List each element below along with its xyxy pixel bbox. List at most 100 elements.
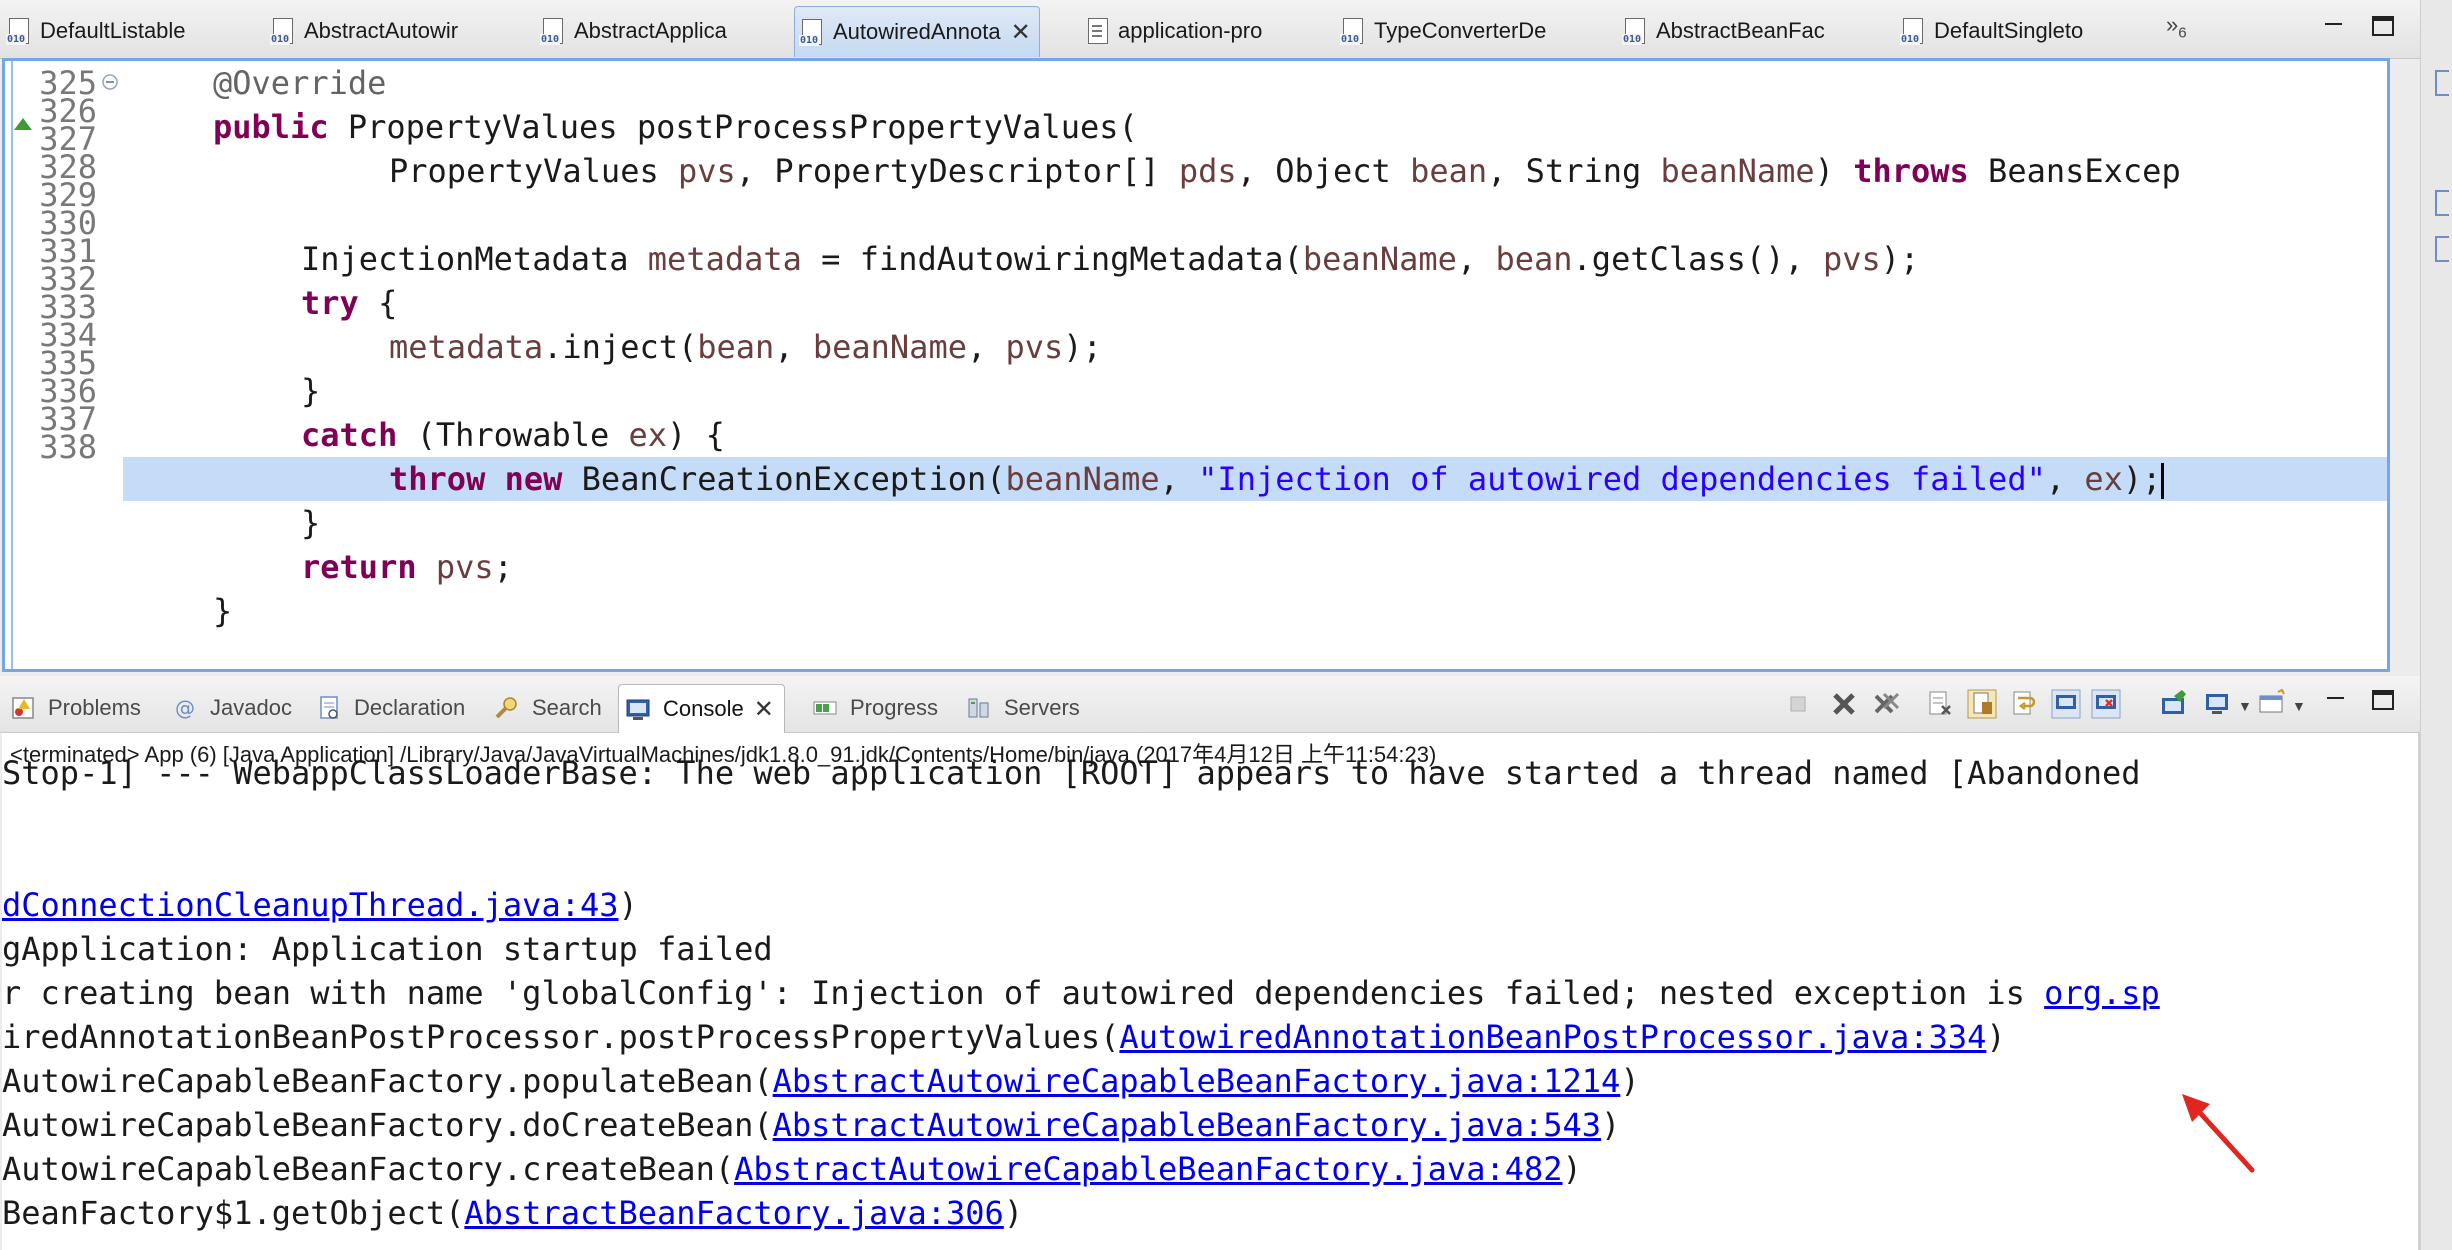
- editor-tab-label: DefaultListable: [40, 18, 186, 43]
- console-text: Stop-1] --- WebappClassLoaderBase: The w…: [2, 754, 2141, 792]
- minimize-editor-button[interactable]: [2322, 14, 2346, 36]
- console-text: AutowireCapableBeanFactory.populateBean(: [2, 1062, 773, 1100]
- trim-stack-icon[interactable]: [2435, 70, 2449, 96]
- code-line-329: InjectionMetadata metadata = findAutowir…: [301, 237, 1919, 281]
- console-line: BeanFactory$1.getObject(AbstractBeanFact…: [2, 1191, 1023, 1235]
- console-text: gApplication: Application startup failed: [2, 930, 773, 968]
- code-token: PropertyValues: [389, 152, 678, 190]
- word-wrap-icon[interactable]: [2008, 688, 2040, 720]
- problems-icon: [12, 697, 34, 719]
- code-token: );: [2122, 460, 2162, 498]
- scroll-lock-icon[interactable]: [1966, 688, 1998, 720]
- editor-tab-abstractbeanfac[interactable]: 010 AbstractBeanFac: [1622, 6, 1825, 56]
- tab-overflow-indicator[interactable]: »6: [2166, 12, 2187, 41]
- code-token: ,: [1159, 460, 1199, 498]
- stacktrace-link[interactable]: dConnectionCleanupThread.java:43: [2, 886, 619, 924]
- show-on-stdout-icon[interactable]: [2050, 688, 2082, 720]
- trim-stack-icon[interactable]: [2435, 236, 2449, 262]
- code-token: ) {: [667, 416, 725, 454]
- text-caret: [2161, 463, 2165, 499]
- terminate-icon[interactable]: [1782, 688, 1814, 720]
- progress-icon: [813, 701, 837, 715]
- java-class-file-icon: 010: [799, 18, 825, 46]
- remove-launch-icon[interactable]: [1828, 688, 1860, 720]
- variable-token: metadata: [389, 328, 544, 366]
- stacktrace-link[interactable]: AutowiredAnnotationBeanPostProcessor.jav…: [1119, 1018, 1986, 1056]
- collapse-fold-icon[interactable]: [101, 73, 119, 91]
- view-tab-label: Declaration: [354, 695, 466, 720]
- code-token: .inject(: [543, 328, 698, 366]
- pin-console-icon[interactable]: [2158, 688, 2190, 720]
- chevron-down-icon[interactable]: ▼: [2238, 698, 2252, 714]
- variable-token: ex: [2084, 460, 2123, 498]
- editor-tab-autowiredannota[interactable]: 010 AutowiredAnnota ✕: [794, 6, 1040, 57]
- view-tab-declaration[interactable]: Declaration: [316, 686, 465, 730]
- variable-token: pvs: [435, 548, 494, 586]
- console-text: ): [1986, 1018, 2006, 1056]
- view-tab-label: Console: [663, 696, 744, 721]
- keyword-token: throws: [1853, 152, 1969, 190]
- variable-token: beanName: [1005, 460, 1160, 498]
- variable-token: beanName: [1302, 240, 1457, 278]
- annotation-arrow: [2182, 1094, 2255, 1173]
- code-token: PropertyValues postProcessPropertyValues…: [328, 108, 1138, 146]
- view-tab-search[interactable]: Search: [494, 686, 602, 730]
- editor-tab-label: TypeConverterDe: [1374, 18, 1547, 43]
- display-selected-console-icon[interactable]: [2202, 688, 2234, 720]
- open-console-icon[interactable]: [2256, 688, 2288, 720]
- editor-tab-defaultlistable[interactable]: 010 DefaultListable: [6, 6, 186, 56]
- code-token: }: [301, 372, 321, 410]
- editor-tab-abstractautowir[interactable]: 010 AbstractAutowir: [270, 6, 458, 56]
- editor-tab-label: AbstractApplica: [574, 18, 727, 43]
- stacktrace-link[interactable]: AbstractAutowireCapableBeanFactory.java:…: [773, 1062, 1621, 1100]
- clear-console-icon[interactable]: [1924, 688, 1956, 720]
- stacktrace-link[interactable]: org.sp: [2044, 974, 2160, 1012]
- stacktrace-link[interactable]: AbstractBeanFactory.java:306: [464, 1194, 1003, 1232]
- maximize-view-button[interactable]: [2372, 690, 2394, 710]
- stacktrace-link[interactable]: AbstractAutowireCapableBeanFactory.java:…: [734, 1150, 1562, 1188]
- code-token: .getClass(),: [1572, 240, 1823, 278]
- stacktrace-link[interactable]: AbstractAutowireCapableBeanFactory.java:…: [773, 1106, 1601, 1144]
- string-token: "Injection of autowired dependencies fai…: [1198, 460, 2046, 498]
- view-tab-label: Javadoc: [210, 695, 292, 720]
- code-line-325: @Override: [213, 61, 386, 105]
- editor-tab-typeconverterde[interactable]: 010 TypeConverterDe: [1340, 6, 1546, 56]
- code-line-334: throw new BeanCreationException(beanName…: [389, 457, 2165, 501]
- maximize-editor-button[interactable]: [2372, 16, 2394, 36]
- remove-all-terminated-icon[interactable]: [1870, 688, 1902, 720]
- console-output[interactable]: <terminated> App (6) [Java Application] …: [2, 733, 2418, 1250]
- editor-tab-defaultsingleto[interactable]: 010 DefaultSingleto: [1900, 6, 2083, 56]
- code-line-326: public PropertyValues postProcessPropert…: [213, 105, 1138, 149]
- view-tab-servers[interactable]: Servers: [966, 686, 1080, 730]
- console-line: AutowireCapableBeanFactory.populateBean(…: [2, 1059, 1640, 1103]
- code-token: InjectionMetadata: [301, 240, 648, 278]
- java-class-file-icon: 010: [1622, 17, 1648, 45]
- view-tab-bar: Problems @ Javadoc Declaration Search Co…: [0, 676, 2420, 733]
- code-token: }: [301, 504, 321, 542]
- variable-token: ex: [628, 416, 668, 454]
- view-tab-console[interactable]: Console ✕: [618, 684, 785, 733]
- console-text: ): [1003, 1194, 1024, 1232]
- editor-tab-application-pro[interactable]: application-pro: [1084, 6, 1262, 56]
- console-scrollbar[interactable]: [2418, 733, 2420, 1250]
- variable-token: bean: [1410, 152, 1488, 190]
- keyword-token: throw: [389, 460, 486, 498]
- view-tab-problems[interactable]: Problems: [10, 686, 141, 730]
- code-editor[interactable]: 325 326 327 328 329 330 331 332 333 334 …: [2, 58, 2390, 672]
- minimize-view-button[interactable]: [2324, 688, 2348, 710]
- code-line-336: return pvs;: [301, 545, 513, 589]
- show-on-stderr-icon[interactable]: [2090, 688, 2122, 720]
- chevron-down-icon[interactable]: ▼: [2292, 698, 2306, 714]
- view-tab-javadoc[interactable]: @ Javadoc: [172, 686, 292, 730]
- editor-tab-abstractapplica[interactable]: 010 AbstractApplica: [540, 6, 727, 56]
- editor-tab-label: DefaultSingleto: [1934, 18, 2084, 43]
- code-token: BeanCreationException(: [562, 460, 1006, 498]
- trim-stack-icon[interactable]: [2435, 190, 2449, 216]
- view-tab-progress[interactable]: Progress: [812, 686, 938, 730]
- line-number: 338: [39, 428, 97, 466]
- code-token: BeansExcep: [1968, 152, 2181, 190]
- close-icon[interactable]: ✕: [1011, 18, 1031, 47]
- close-icon[interactable]: ✕: [754, 695, 774, 724]
